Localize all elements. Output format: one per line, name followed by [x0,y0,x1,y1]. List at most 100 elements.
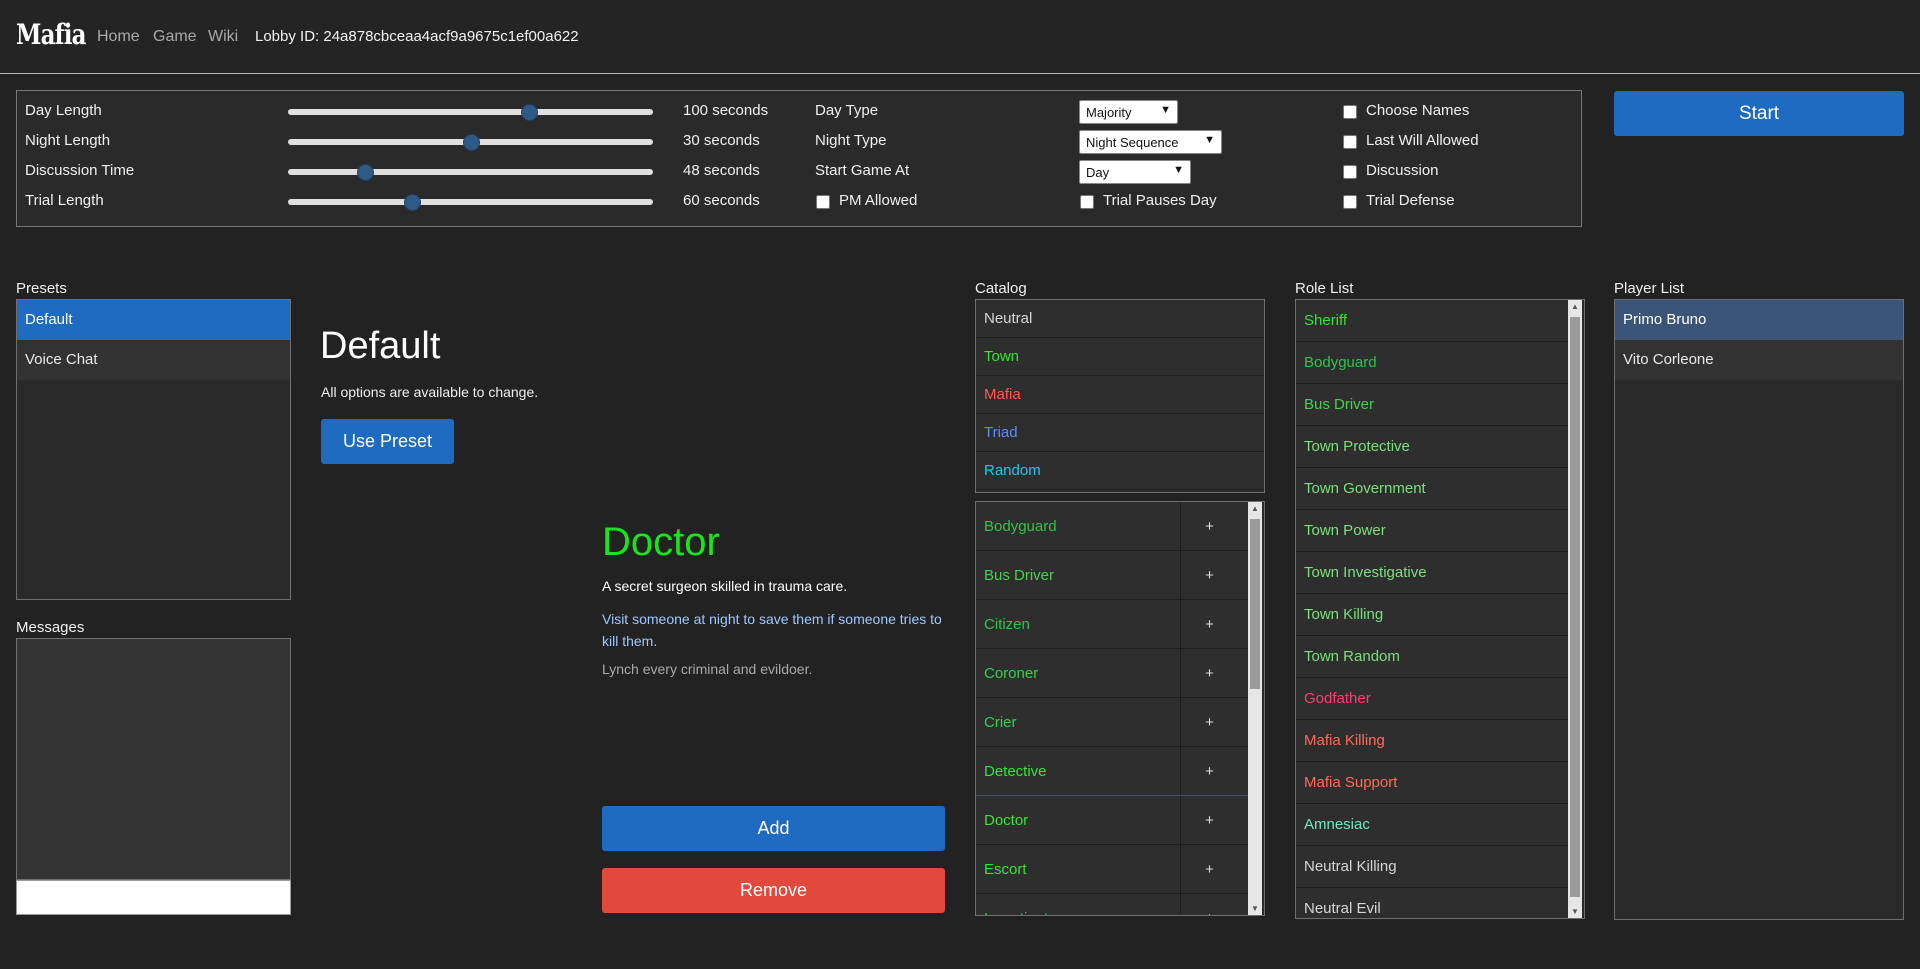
chevron-down-icon: ▼ [1160,104,1171,116]
add-role-plus-button[interactable]: + [1180,649,1238,698]
add-role-plus-button[interactable]: + [1180,845,1238,894]
add-role-plus-button[interactable]: + [1180,502,1238,551]
player-item[interactable]: Vito Corleone [1615,340,1903,380]
day-length-label: Day Length [25,102,102,119]
last-will-checkbox[interactable] [1343,135,1357,149]
catalog-role-row[interactable]: Crier + [976,698,1248,747]
catalog-role-row[interactable]: Detective + [976,747,1248,796]
catalog-role-row[interactable]: Bus Driver + [976,551,1248,600]
choose-names-checkbox[interactable] [1343,105,1357,119]
category-neutral[interactable]: Neutral [976,300,1264,338]
add-role-plus-button[interactable]: + [1180,747,1238,796]
category-random[interactable]: Random [976,452,1264,490]
day-type-label: Day Type [815,102,879,119]
pm-allowed-label: PM Allowed [839,192,918,209]
presets-title: Presets [16,280,67,297]
role-list-item[interactable]: Mafia Support [1296,762,1568,804]
scroll-up-icon[interactable]: ▲ [1248,504,1262,513]
night-length-label: Night Length [25,132,111,149]
preset-item-voice-chat[interactable]: Voice Chat [17,340,290,380]
category-mafia[interactable]: Mafia [976,376,1264,414]
start-game-at-select[interactable]: Day ▼ [1079,160,1191,184]
preset-detail-description: All options are available to change. [321,384,539,400]
role-list-item[interactable]: Bus Driver [1296,384,1568,426]
discussion-time-slider[interactable] [288,169,653,175]
preset-item-default[interactable]: Default [17,300,290,340]
trial-length-label: Trial Length [25,192,104,209]
role-list-item[interactable]: Mafia Killing [1296,720,1568,762]
trial-length-slider-thumb[interactable] [404,194,422,211]
add-role-button[interactable]: Add [602,806,945,851]
role-list-item[interactable]: Town Investigative [1296,552,1568,594]
add-role-plus-button[interactable]: + [1180,698,1238,747]
catalog-scroll-thumb[interactable] [1250,519,1260,689]
catalog-scrollbar[interactable]: ▲ ▼ [1248,502,1262,915]
lobby-id: Lobby ID: 24a878cbceaa4acf9a9675c1ef00a6… [255,28,579,45]
trial-pauses-day-checkbox[interactable] [1080,195,1094,209]
discussion-time-slider-thumb[interactable] [356,164,374,181]
category-triad[interactable]: Triad [976,414,1264,452]
mafia-logo[interactable]: Mafia [16,18,86,51]
start-button[interactable]: Start [1614,91,1904,136]
catalog-role-name: Coroner [984,665,1039,682]
role-list-item[interactable]: Town Power [1296,510,1568,552]
nav-wiki-link[interactable]: Wiki [208,28,238,45]
scroll-up-icon[interactable]: ▲ [1568,302,1582,311]
role-list-item[interactable]: Bodyguard [1296,342,1568,384]
add-role-plus-button[interactable]: + [1180,894,1238,915]
role-list-item[interactable]: Amnesiac [1296,804,1568,846]
presets-list: Default Voice Chat [16,299,291,600]
catalog-role-row[interactable]: Citizen + [976,600,1248,649]
pm-allowed-checkbox[interactable] [816,195,830,209]
role-list-scroll-thumb[interactable] [1570,317,1580,897]
nav-game-link[interactable]: Game [153,28,197,45]
catalog-role-name: Citizen [984,616,1030,633]
use-preset-button[interactable]: Use Preset [321,419,454,464]
trial-length-slider[interactable] [288,199,653,205]
night-length-slider-thumb[interactable] [462,134,480,151]
catalog-role-row[interactable]: Coroner + [976,649,1248,698]
catalog-role-row[interactable]: Bodyguard + [976,502,1248,551]
day-type-select[interactable]: Majority ▼ [1079,100,1178,124]
role-list-item[interactable]: Neutral Evil [1296,888,1568,918]
discussion-time-label: Discussion Time [25,162,135,179]
chevron-down-icon: ▼ [1204,134,1215,146]
preset-detail-title: Default [320,325,441,367]
role-goal: Lynch every criminal and evildoer. [602,661,813,677]
role-list-title: Role List [1295,280,1354,297]
category-town[interactable]: Town [976,338,1264,376]
scroll-down-icon[interactable]: ▼ [1248,904,1262,913]
scroll-down-icon[interactable]: ▼ [1568,907,1582,916]
role-list-item[interactable]: Town Random [1296,636,1568,678]
role-list-item[interactable]: Town Government [1296,468,1568,510]
role-list-item[interactable]: Godfather [1296,678,1568,720]
catalog-categories: Neutral Town Mafia Triad Random [975,299,1265,493]
add-role-plus-button[interactable]: + [1180,551,1238,600]
discussion-checkbox[interactable] [1343,165,1357,179]
add-role-plus-button[interactable]: + [1180,600,1238,649]
night-type-label: Night Type [815,132,887,149]
catalog-role-name: Investigator [984,894,1062,915]
message-input[interactable] [16,880,291,915]
remove-role-button[interactable]: Remove [602,868,945,913]
catalog-role-row[interactable]: Investigator + [976,894,1248,915]
role-list-scrollbar[interactable]: ▲ ▼ [1568,300,1582,918]
player-item[interactable]: Primo Bruno [1615,300,1903,340]
catalog-role-row[interactable]: Escort + [976,845,1248,894]
add-role-plus-button[interactable]: + [1180,796,1238,845]
night-type-select[interactable]: Night Sequence ▼ [1079,130,1222,154]
role-list-item[interactable]: Sheriff [1296,300,1568,342]
trial-length-value: 60 seconds [683,192,760,209]
role-ability: Visit someone at night to save them if s… [602,611,942,649]
day-length-slider[interactable] [288,109,653,115]
catalog-role-row[interactable]: Doctor + [976,795,1249,846]
day-type-value: Majority [1086,105,1132,120]
trial-defense-checkbox[interactable] [1343,195,1357,209]
role-list-item[interactable]: Neutral Killing [1296,846,1568,888]
role-name: Doctor [602,520,720,564]
role-list-item[interactable]: Town Killing [1296,594,1568,636]
day-length-slider-thumb[interactable] [520,104,538,121]
role-list-item[interactable]: Town Protective [1296,426,1568,468]
nav-home-link[interactable]: Home [97,28,140,45]
messages-title: Messages [16,619,85,636]
